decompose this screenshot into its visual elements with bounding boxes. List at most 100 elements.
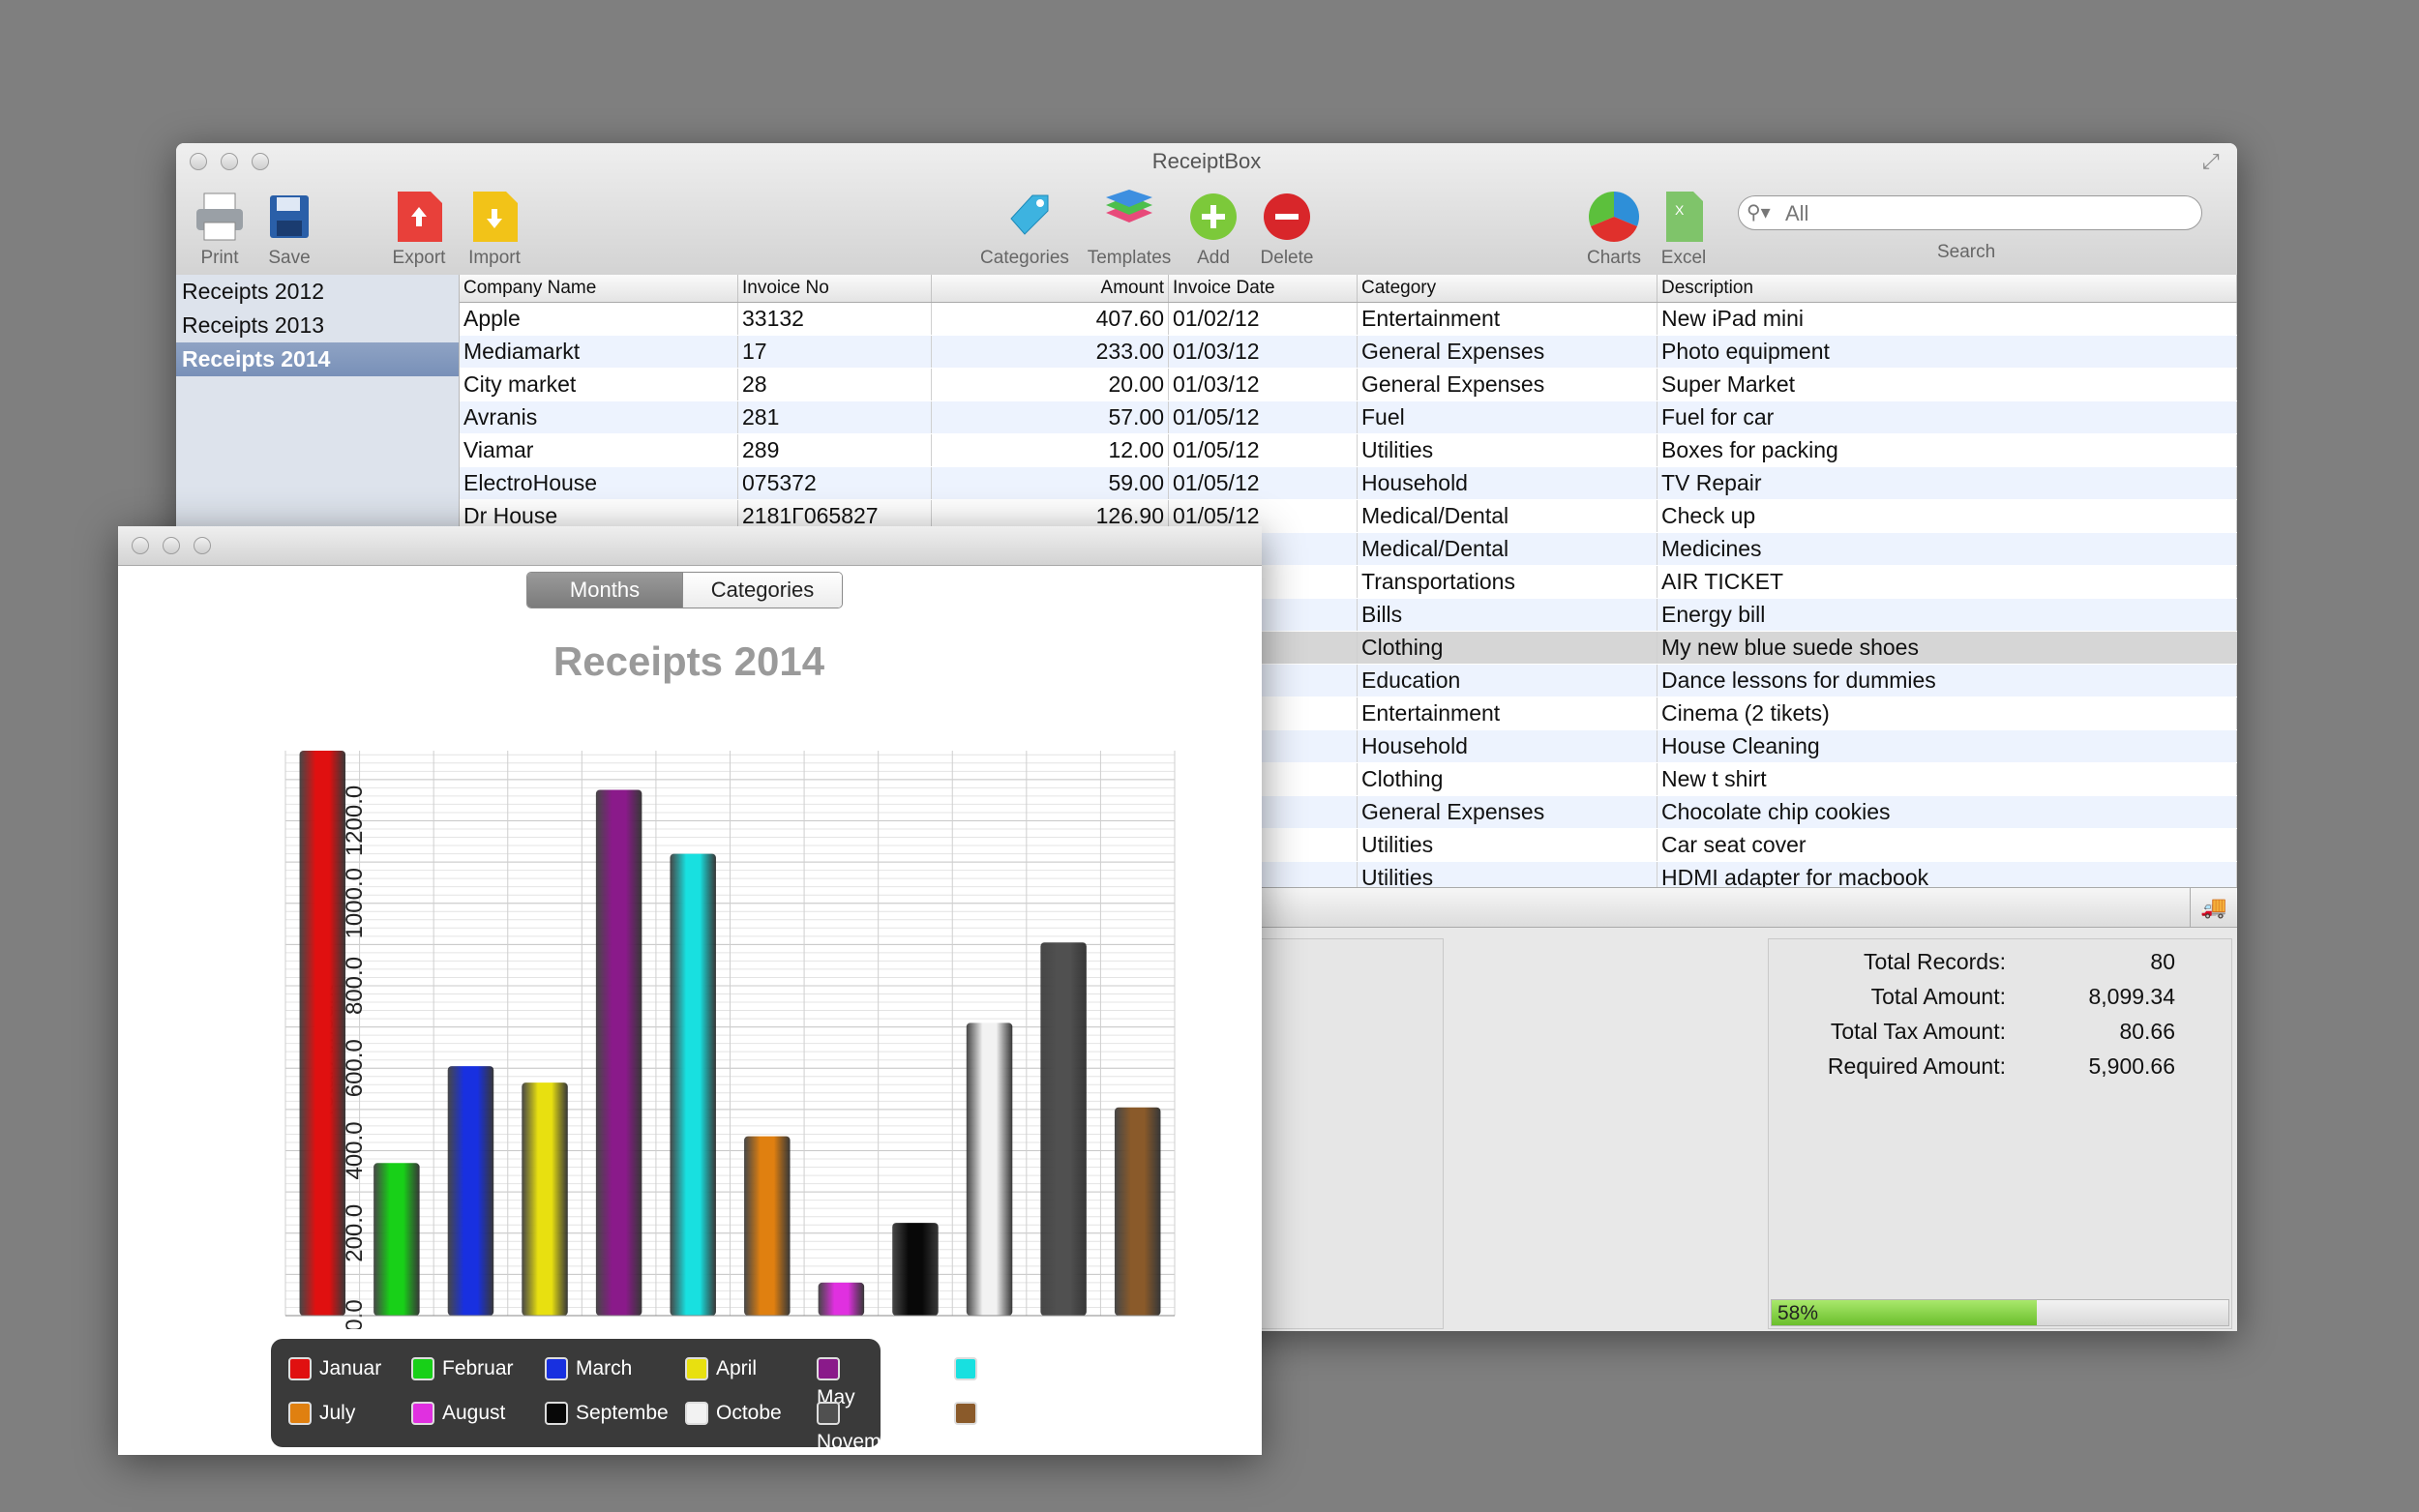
- excel-button[interactable]: X Excel: [1651, 190, 1717, 269]
- chart-window: Months Categories Receipts 2014 0.0 200.0…: [118, 526, 1262, 1455]
- search-field[interactable]: ⚲▾: [1738, 195, 2202, 230]
- legend-swatch: [954, 1402, 977, 1426]
- search-input[interactable]: [1783, 200, 2174, 227]
- cell-description: Energy bill: [1657, 599, 2237, 631]
- add-button[interactable]: Add: [1175, 190, 1252, 269]
- legend-item-november: November: [817, 1399, 911, 1453]
- bar-march: [447, 1066, 494, 1316]
- legend-item-august: August: [411, 1399, 505, 1428]
- layers-icon: [1102, 190, 1156, 244]
- bar-may: [595, 789, 642, 1316]
- bar-november: [1040, 942, 1087, 1316]
- cell-company: City market: [460, 369, 738, 400]
- cell-category: Medical/Dental: [1358, 500, 1657, 532]
- import-button[interactable]: Import: [451, 190, 538, 269]
- minus-icon: [1260, 190, 1314, 244]
- legend-label: Septembe: [576, 1402, 669, 1424]
- cell-amount: 233.00: [932, 336, 1169, 368]
- cell-company: Mediamarkt: [460, 336, 738, 368]
- legend-label: July: [319, 1402, 356, 1424]
- cell-invoice-date: 01/05/12: [1169, 401, 1358, 433]
- templates-button[interactable]: Templates: [1078, 190, 1180, 269]
- cell-invoice-date: 01/05/12: [1169, 434, 1358, 466]
- legend-swatch: [545, 1357, 568, 1381]
- legend-swatch: [817, 1357, 840, 1381]
- table-row[interactable]: City market 28 20.00 01/03/12 General Expens…: [460, 369, 2237, 401]
- floppy-disk-icon: [262, 190, 316, 244]
- cell-category: Fuel: [1358, 401, 1657, 433]
- search-label: Search: [1937, 242, 1996, 262]
- bar-april: [522, 1082, 568, 1316]
- cell-description: Photo equipment: [1657, 336, 2237, 368]
- cell-category: General Expenses: [1358, 336, 1657, 368]
- column-header-company[interactable]: Company Name: [460, 275, 738, 302]
- column-header-category[interactable]: Category: [1358, 275, 1657, 302]
- total-amount-row: Total Amount: 8,099.34: [1769, 984, 2214, 1019]
- legend-item-februar: Februar: [411, 1354, 514, 1383]
- save-label: Save: [268, 248, 311, 268]
- table-row[interactable]: Viamar 289 12.00 01/05/12 Utilities Boxes for…: [460, 434, 2237, 467]
- cell-category: Entertainment: [1358, 303, 1657, 335]
- cell-amount: 57.00: [932, 401, 1169, 433]
- legend-label: Januar: [319, 1357, 382, 1379]
- charts-button[interactable]: Charts: [1575, 190, 1653, 269]
- cell-category: Transportations: [1358, 566, 1657, 598]
- table-row[interactable]: Mediamarkt 17 233.00 01/03/12 General Expens…: [460, 336, 2237, 369]
- cell-category: Clothing: [1358, 763, 1657, 795]
- legend-label: March: [576, 1357, 633, 1379]
- cell-description: Car seat cover: [1657, 829, 2237, 861]
- cell-description: My new blue suede shoes: [1657, 632, 2237, 664]
- table-row[interactable]: Apple 33132 407.60 01/02/12 Entertainment New…: [460, 303, 2237, 336]
- cell-amount: 59.00: [932, 467, 1169, 499]
- cell-description: Dance lessons for dummies: [1657, 665, 2237, 697]
- truck-icon[interactable]: 🚚: [2190, 888, 2237, 927]
- column-header-amount[interactable]: Amount: [932, 275, 1169, 302]
- legend-item-octobe: Octobe: [685, 1399, 782, 1428]
- import-icon: [467, 190, 522, 244]
- cell-amount: 12.00: [932, 434, 1169, 466]
- table-row[interactable]: ElectroHouse 075372 59.00 01/05/12 Household…: [460, 467, 2237, 500]
- cell-company: Apple: [460, 303, 738, 335]
- cell-category: Utilities: [1358, 434, 1657, 466]
- cell-company: ElectroHouse: [460, 467, 738, 499]
- cell-category: Clothing: [1358, 632, 1657, 664]
- cell-category: General Expenses: [1358, 796, 1657, 828]
- cell-category: Entertainment: [1358, 697, 1657, 729]
- legend-item-march: March: [545, 1354, 632, 1383]
- categories-button[interactable]: Categories: [973, 190, 1076, 269]
- bar-februar: [373, 1163, 420, 1316]
- chart-legend: Januar Februar March April May June July August…: [271, 1339, 1048, 1453]
- legend-label: Februar: [442, 1357, 514, 1379]
- fullscreen-icon[interactable]: ⤢: [2202, 149, 2227, 174]
- cell-company: Avranis: [460, 401, 738, 433]
- y-tick-label: 400.0: [342, 1121, 368, 1179]
- save-button[interactable]: Save: [246, 190, 333, 269]
- print-label: Print: [200, 248, 239, 268]
- total-records-row: Total Records: 80: [1769, 949, 2214, 984]
- bar-june: [670, 853, 716, 1316]
- bar-december: [1114, 1107, 1161, 1316]
- table-row[interactable]: Avranis 281 57.00 01/05/12 Fuel Fuel for car: [460, 401, 2237, 434]
- export-button[interactable]: Export: [375, 190, 463, 269]
- legend-label: April: [716, 1357, 758, 1379]
- cell-description: AIR TICKET: [1657, 566, 2237, 598]
- column-header-invoice-date[interactable]: Invoice Date: [1169, 275, 1358, 302]
- column-header-invoice-no[interactable]: Invoice No: [738, 275, 932, 302]
- y-tick-label: 600.0: [342, 1039, 368, 1097]
- column-header-description[interactable]: Description: [1657, 275, 2237, 302]
- sidebar-item-receipts-2013[interactable]: Receipts 2013: [176, 309, 459, 342]
- legend-swatch: [411, 1357, 434, 1381]
- bar-august: [818, 1282, 865, 1316]
- sidebar-item-receipts-2012[interactable]: Receipts 2012: [176, 275, 459, 309]
- sidebar-item-receipts-2014[interactable]: Receipts 2014: [176, 342, 459, 376]
- legend-label: November: [817, 1431, 911, 1453]
- window-title: ReceiptBox: [1151, 149, 1262, 173]
- legend-swatch: [685, 1402, 708, 1426]
- cell-invoice-date: 01/05/12: [1169, 467, 1358, 499]
- import-label: Import: [468, 248, 521, 268]
- delete-button[interactable]: Delete: [1248, 190, 1326, 269]
- cell-description: Chocolate chip cookies: [1657, 796, 2237, 828]
- legend-item-april: April: [685, 1354, 757, 1383]
- cell-invoice-no: 28: [738, 369, 932, 400]
- legend-swatch: [288, 1357, 312, 1381]
